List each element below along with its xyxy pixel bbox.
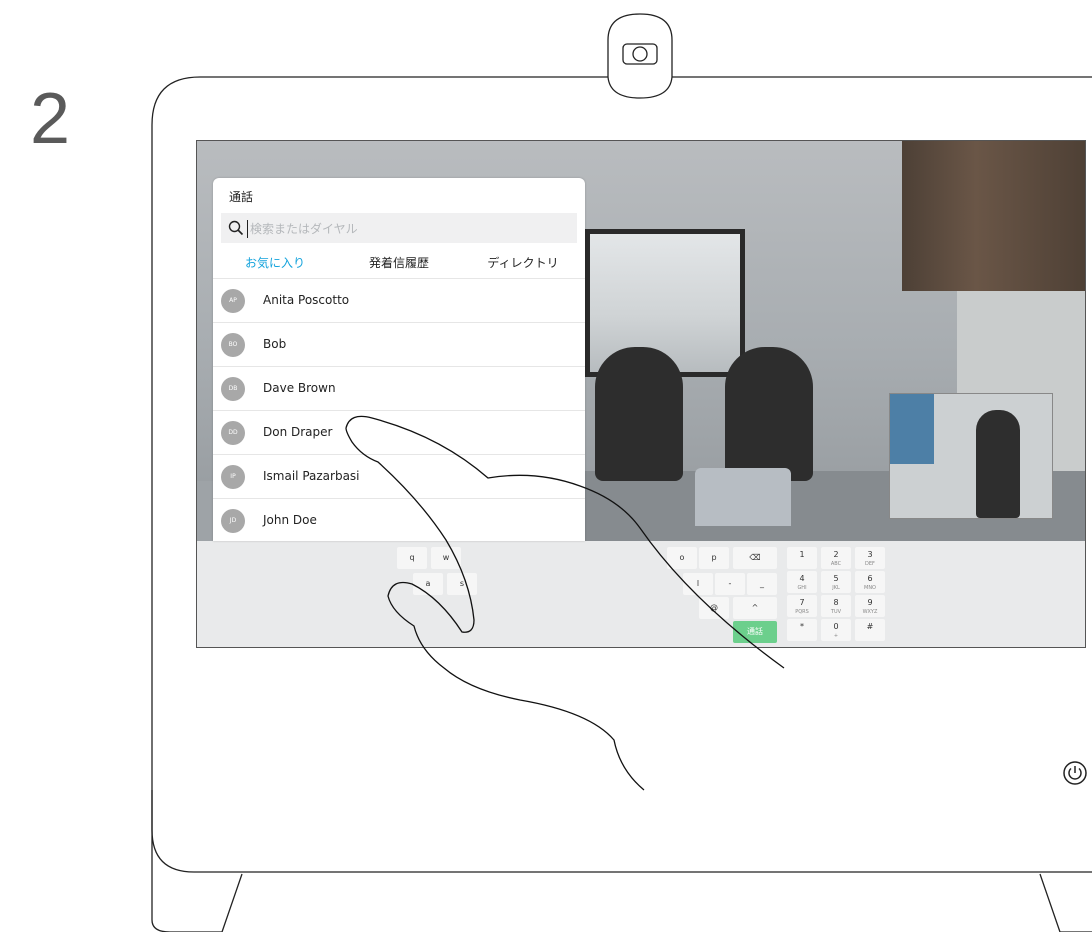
- hand-pointer-icon: [345, 415, 785, 791]
- power-icon[interactable]: [1062, 760, 1088, 786]
